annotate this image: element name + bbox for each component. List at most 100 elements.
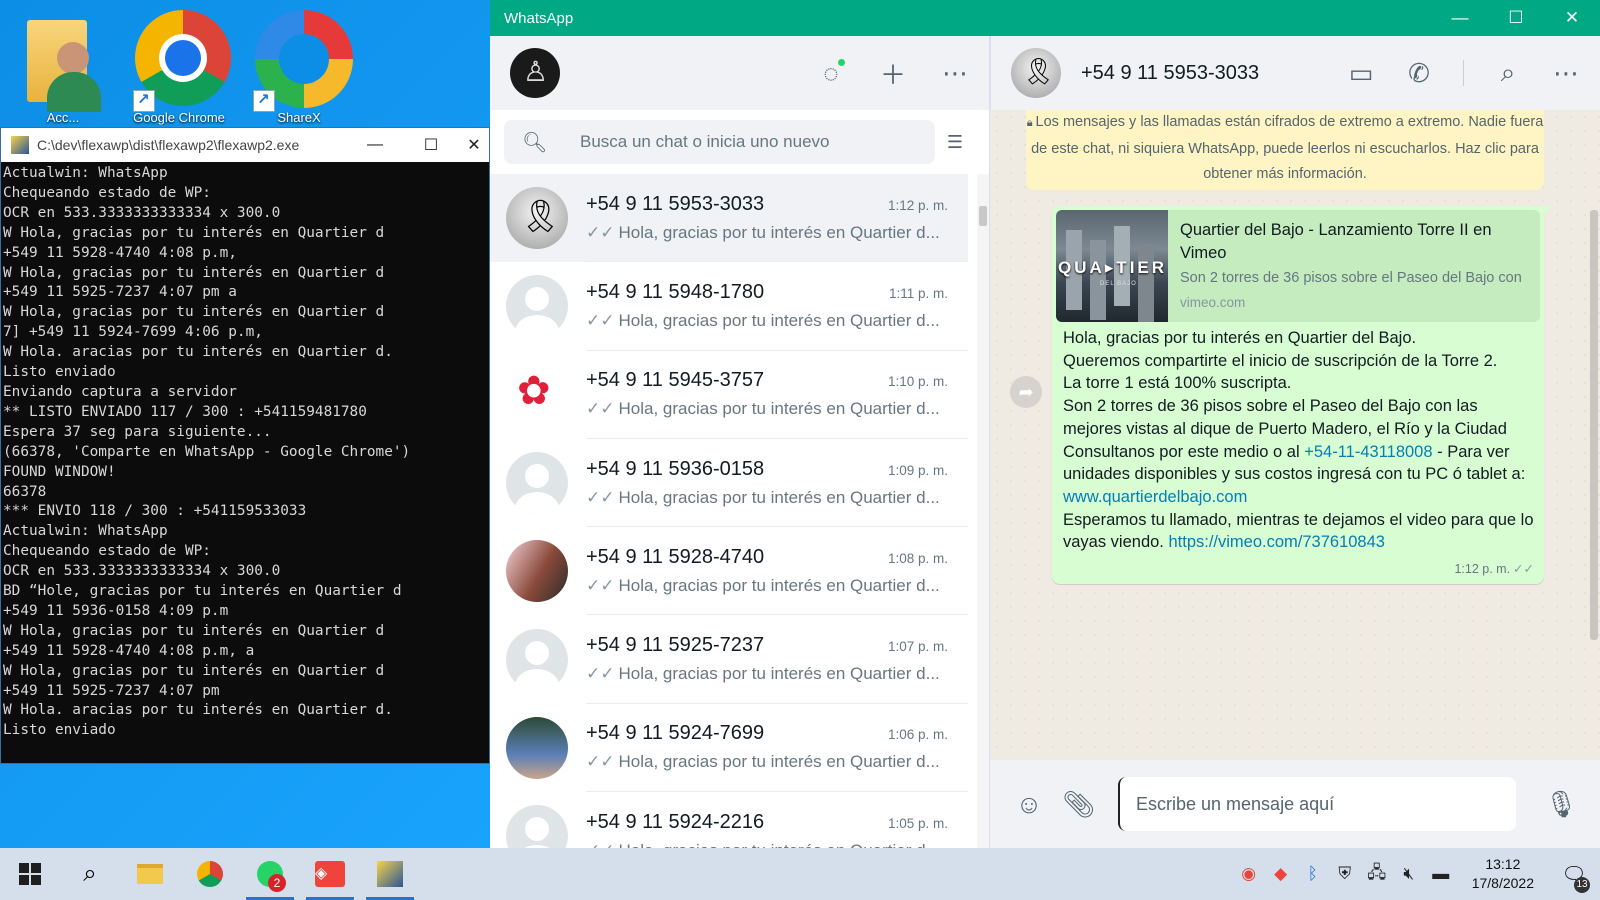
- message-line: Esperamos tu llamado, mientras te dejamo…: [1063, 509, 1537, 554]
- profile-avatar[interactable]: [510, 48, 560, 98]
- console-line: 66378: [3, 483, 47, 500]
- console-titlebar[interactable]: C:\dev\flexawp\dist\flexawp2\flexawp2.ex…: [1, 128, 489, 162]
- search-icon[interactable]: 🔍︎: [522, 130, 550, 155]
- lock-icon: 🔒︎: [1026, 117, 1033, 129]
- console-line: W Hola. aracias por tu interés en Quarti…: [3, 344, 393, 361]
- chat-time: 1:07 p. m.: [887, 639, 948, 655]
- desktop-icon-sharex[interactable]: ShareX: [244, 8, 354, 128]
- search-input[interactable]: [580, 132, 917, 152]
- console-line: Chequeando estado de WP:: [3, 543, 211, 560]
- file-explorer-icon[interactable]: [120, 848, 180, 900]
- video-call-icon[interactable]: ▭: [1347, 58, 1375, 88]
- chat-list-item[interactable]: +54 9 11 5928-4740 1:08 p. m. ✓✓ Hola, grac…: [490, 527, 968, 616]
- chat-list-item[interactable]: +54 9 11 5924-2216 1:05 p. m. ✓✓ Hola, grac…: [490, 792, 968, 848]
- desktop-icon-user-folder[interactable]: Acc...: [8, 8, 118, 128]
- contact-name[interactable]: +54 9 11 5953-3033: [1081, 62, 1259, 85]
- more-options-icon[interactable]: ⋯: [1552, 58, 1580, 88]
- encryption-notice[interactable]: 🔒︎ Los mensajes y las llamadas están cifr…: [1026, 110, 1544, 190]
- notification-center-icon[interactable]: 🗨︎ 13: [1554, 862, 1594, 893]
- console-line: +549 11 5936-0158 4:09 p.m: [3, 602, 229, 619]
- chat-list-item[interactable]: +54 9 11 5945-3757 1:10 p. m. ✓✓Hola, grac…: [490, 351, 968, 439]
- conversation-header: +54 9 11 5953-3033 ▭ ✆ ⌕ ⋯: [990, 36, 1600, 110]
- console-line: OCR en 533.3333333333334 x 300.0: [3, 204, 281, 221]
- double-check-icon: ✓✓: [1513, 562, 1534, 576]
- whatsapp-window: WhatsApp — ☐ ✕ ◌ ＋ ⋯ 🔍︎ ☰ +54 9 11 5953-…: [490, 0, 1600, 848]
- console-line: OCR en 533.3333333333334 x 300.0: [3, 563, 281, 580]
- chat-time: 1:09 p. m.: [887, 462, 948, 478]
- video-link[interactable]: https://vimeo.com/737610843: [1168, 533, 1384, 551]
- taskbar-anydesk-icon[interactable]: ◈: [300, 848, 360, 900]
- taskbar-chrome-icon[interactable]: [180, 848, 240, 900]
- taskbar: ⌕ 2 ◈ ◉ ◆ ᛒ ⛨ 🖧︎ 🔇︎ ▬ 13:12 17/8/2022 🗨︎…: [0, 848, 1600, 900]
- taskbar-python-app-icon[interactable]: [360, 848, 420, 900]
- minimize-button[interactable]: —: [347, 136, 403, 154]
- voice-call-icon[interactable]: ✆: [1405, 58, 1433, 88]
- volume-muted-icon[interactable]: 🔇︎: [1398, 864, 1420, 884]
- contact-avatar[interactable]: [1011, 48, 1061, 98]
- emoji-icon[interactable]: ☺: [1012, 789, 1046, 820]
- forward-icon[interactable]: ➦: [1010, 376, 1042, 408]
- link-preview[interactable]: QUA▸TIER DEL BAJO Quartier del Bajo - La…: [1056, 210, 1540, 322]
- left-header: ◌ ＋ ⋯: [490, 36, 989, 110]
- chat-preview: Hola, gracias por tu interés en Quartier…: [618, 487, 940, 507]
- console-line: W Hola, gracias por tu interés en Quarti…: [3, 304, 385, 321]
- message-input[interactable]: [1118, 777, 1516, 831]
- taskbar-whatsapp-icon[interactable]: 2: [240, 848, 300, 900]
- chat-preview: Hola, gracias por tu interés en Quartier…: [618, 664, 940, 684]
- maximize-button[interactable]: ☐: [1488, 8, 1544, 28]
- scrollbar-thumb[interactable]: [1590, 210, 1598, 640]
- shortcut-arrow-icon: [253, 90, 275, 112]
- console-line: Chequeando estado de WP:: [3, 184, 211, 201]
- message-text: Hola, gracias por tu interés en Quartier…: [1063, 327, 1537, 554]
- network-icon[interactable]: 🖧︎: [1366, 860, 1388, 889]
- battery-icon[interactable]: ▬: [1430, 864, 1452, 884]
- scrollbar-thumb[interactable]: [979, 206, 987, 226]
- chat-list-scrollbar[interactable]: [977, 174, 989, 848]
- filter-icon[interactable]: ☰: [935, 132, 975, 153]
- shortcut-arrow-icon: [133, 90, 155, 112]
- console-line: Espera 37 seg para siguiente...: [3, 423, 272, 440]
- double-check-icon: ✓✓: [586, 841, 615, 848]
- close-button[interactable]: ✕: [1544, 8, 1600, 28]
- link-preview-description: Son 2 torres de 36 pisos sobre el Paseo …: [1180, 270, 1522, 286]
- taskbar-search-icon[interactable]: ⌕: [60, 848, 120, 900]
- tray-anydesk-icon[interactable]: ◆: [1270, 864, 1292, 884]
- search-messages-icon[interactable]: ⌕: [1494, 57, 1522, 87]
- double-check-icon: ✓✓: [586, 222, 615, 242]
- bluetooth-icon[interactable]: ᛒ: [1302, 864, 1324, 884]
- chat-time: 1:11 p. m.: [888, 285, 948, 301]
- desktop-icon-chrome[interactable]: Google Chrome: [124, 8, 234, 128]
- start-button[interactable]: [0, 848, 60, 900]
- microphone-icon[interactable]: 🎙︎: [1544, 789, 1578, 820]
- clock-time: 13:12: [1485, 856, 1521, 872]
- conversation-scrollbar[interactable]: [1588, 110, 1600, 760]
- status-icon[interactable]: ◌: [817, 58, 845, 88]
- clock[interactable]: 13:12 17/8/2022: [1472, 855, 1534, 893]
- chat-list-item[interactable]: +54 9 11 5936-0158 1:09 p. m. ✓✓ Hola, grac…: [490, 439, 968, 528]
- chat-list-item[interactable]: +54 9 11 5953-3033 1:12 p. m. ✓✓Hola, grac…: [490, 174, 968, 263]
- sharex-icon: [249, 8, 353, 112]
- chat-name: +54 9 11 5928-4740: [586, 545, 765, 568]
- outgoing-message-bubble[interactable]: QUA▸TIER DEL BAJO Quartier del Bajo - La…: [1052, 206, 1552, 584]
- system-tray: ◉ ◆ ᛒ ⛨ 🖧︎ 🔇︎ ▬ 13:12 17/8/2022 🗨︎ 13: [1238, 855, 1600, 893]
- header-divider: [1463, 60, 1464, 86]
- minimize-button[interactable]: —: [1432, 8, 1488, 28]
- chat-name: +54 9 11 5924-2216: [586, 810, 765, 833]
- new-chat-icon[interactable]: ＋: [879, 59, 907, 90]
- chat-list-item[interactable]: +54 9 11 5924-7699 1:06 p. m. ✓✓ Hola, grac…: [490, 704, 968, 793]
- chat-list-item[interactable]: +54 9 11 5925-7237 1:07 p. m. ✓✓ Hola, grac…: [490, 615, 968, 704]
- whatsapp-titlebar[interactable]: WhatsApp — ☐ ✕: [490, 0, 1600, 36]
- chat-list-item[interactable]: +54 9 11 5948-1780 1:11 p. m. ✓✓ Hola, grac…: [490, 262, 968, 351]
- maximize-button[interactable]: ☐: [403, 135, 459, 155]
- thumbnail-sub-text: DEL BAJO: [1100, 281, 1137, 287]
- message-line: Queremos compartirte el inicio de suscri…: [1063, 351, 1498, 370]
- tray-sharex-icon[interactable]: ◉: [1238, 864, 1260, 884]
- website-link[interactable]: www.quartierdelbajo.com: [1063, 488, 1247, 506]
- chat-preview: Hola, gracias por tu interés en Quartier…: [618, 752, 940, 772]
- close-button[interactable]: ✕: [459, 135, 489, 155]
- conversation-panel: +54 9 11 5953-3033 ▭ ✆ ⌕ ⋯ 🔒︎Los mensaje…: [990, 36, 1600, 848]
- attach-icon[interactable]: 📎︎: [1062, 789, 1096, 820]
- security-shield-icon[interactable]: ⛨: [1334, 864, 1356, 884]
- phone-link[interactable]: +54-11-43118008: [1304, 443, 1432, 461]
- more-options-icon[interactable]: ⋯: [941, 58, 969, 88]
